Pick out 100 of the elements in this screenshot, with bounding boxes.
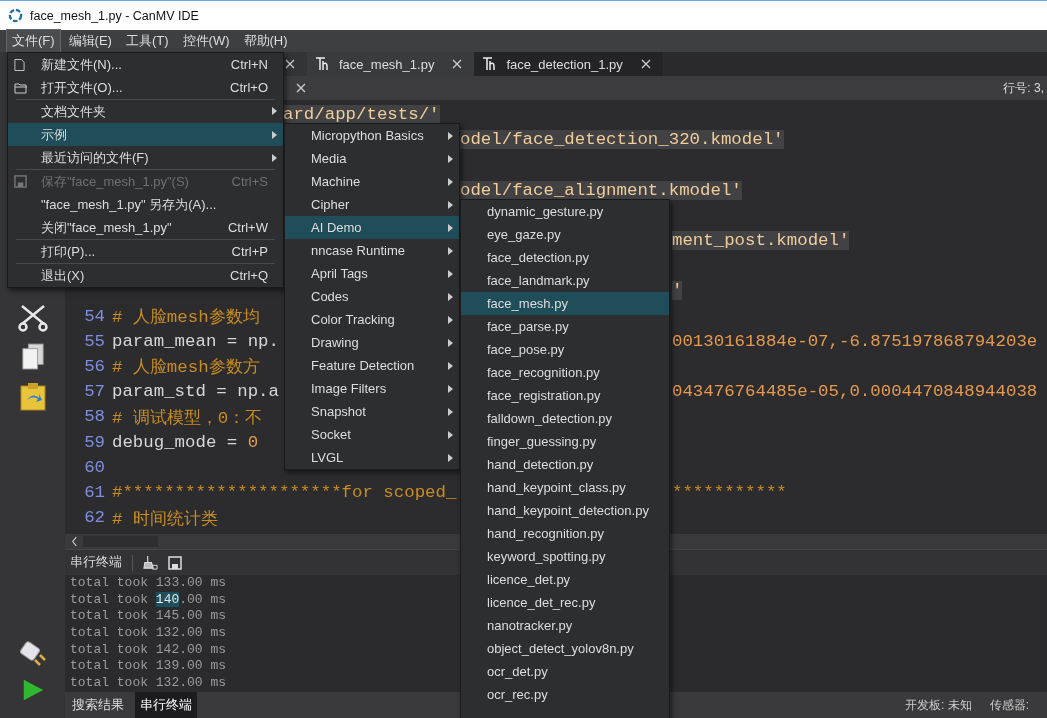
line-number: 62 [83,508,106,528]
menu-item[interactable]: falldown_detection.py [461,407,669,430]
menu-item[interactable]: ocr_det.py [461,660,669,683]
paste-icon[interactable] [18,382,47,412]
menu-item[interactable]: hand_keypoint_detection.py [461,499,669,522]
copy-icon[interactable] [20,342,45,372]
line-number: 56 [83,356,106,376]
submenu-arrow-icon [272,131,277,139]
menu-item[interactable]: Cipher [285,193,459,216]
close-icon[interactable] [452,59,463,69]
menu-item[interactable]: nncase Runtime [285,239,459,262]
menu-item[interactable]: face_detection.py [461,246,669,269]
code-text: #*********************for scoped_ [112,482,457,502]
folder-icon [14,81,28,94]
menu-item[interactable]: Snapshot [285,400,459,423]
menu-item[interactable]: Drawing [285,331,459,354]
submenu-arrow-icon [448,270,453,278]
menu-item[interactable]: licence_det_rec.py [461,591,669,614]
menu-item[interactable]: face_parse.py [461,315,669,338]
menu-item[interactable]: keyword_spotting.py [461,545,669,568]
code-text: # 时间统计类 [112,509,218,529]
terminal-line: total took 142.00 ms [70,641,227,659]
code-text: ment_post.kmodel' [672,231,850,251]
terminal-line: total took 132.00 ms [70,625,227,642]
menu-item[interactable]: face_recognition.py [461,361,669,384]
code-text: # 人脸mesh参数方 [112,358,260,378]
menu-item[interactable]: LVGL [285,446,459,469]
menu-item[interactable]: object_detect_yolov8n.py [461,637,669,660]
code-text: 043476764485e-05,0.0004470848944038 [672,382,1038,402]
menu-item[interactable]: hand_recognition.py [461,522,669,545]
submenu-arrow-icon [448,408,453,416]
file-tab[interactable]: face_mesh_1.py [307,52,475,76]
code-text: odel/face_alignment.kmodel' [460,180,742,200]
submenu-arrow-icon [448,454,453,462]
scissors-icon[interactable] [17,304,48,332]
panel-tab[interactable]: 串行终端 [135,692,197,718]
menu-item[interactable]: Micropython Basics [285,124,459,147]
menu-item[interactable]: 新建文件(N)... Ctrl+N [8,53,283,76]
menu-item[interactable]: face_landmark.py [461,269,669,292]
terminal-line: total took 145.00 ms [70,608,227,626]
plug-icon[interactable] [17,638,48,668]
code-text: *********** [672,482,787,502]
menu-item[interactable]: licence_det.py [461,568,669,591]
menu-item[interactable]: face_mesh.py [461,292,669,315]
menu-item[interactable]: hand_keypoint_class.py [461,476,669,499]
code-text: param_mean = np. [112,331,279,351]
menu-item[interactable]: 文件(F) [6,29,61,53]
menu-item[interactable]: Feature Detection [285,354,459,377]
menu-item[interactable]: AI Demo [285,216,459,239]
menu-item[interactable]: 帮助(H) [237,29,294,53]
chevron-left-icon[interactable] [71,536,78,547]
menu-item[interactable]: April Tags [285,262,459,285]
menu-item[interactable]: face_registration.py [461,384,669,407]
menu-item[interactable]: 示例 [8,123,283,146]
close-icon[interactable] [296,83,306,93]
panel-tab[interactable]: 搜索结果 [67,692,129,718]
close-icon[interactable] [640,59,651,69]
submenu-arrow-icon [272,107,277,115]
cursor-position: 行号: 3, [1003,79,1044,97]
code-text: 00130161884e-07,-6.875197868794203e [672,331,1038,351]
menu-item[interactable]: 最近访问的文件(F) [8,146,283,169]
menu-item[interactable]: "face_mesh_1.py" 另存为(A)... [8,193,283,216]
terminal-line: total took 140.00 ms [70,591,227,609]
menu-item[interactable]: 打开文件(O)... Ctrl+O [8,76,283,99]
broom-icon[interactable] [143,555,158,570]
python-file-icon [482,57,497,71]
menu-item[interactable]: Image Filters [285,377,459,400]
close-icon[interactable] [285,59,295,69]
menu-item[interactable]: 编辑(E) [62,29,118,53]
menu-item[interactable]: nanotracker.py [461,614,669,637]
file-tab[interactable]: face_detection_1.py [474,52,663,76]
submenu-arrow-icon [448,339,453,347]
menu-item[interactable]: 控件(W) [176,29,236,53]
menu-item[interactable]: 工具(T) [119,29,175,53]
menu-item[interactable]: Socket [285,423,459,446]
code-text: # 人脸mesh参数均 [112,308,260,328]
menu-item[interactable]: Color Tracking [285,308,459,331]
menu-item[interactable]: ocr_rec.py [461,683,669,706]
terminal-line: total took 133.00 ms [70,575,227,592]
submenu-arrow-icon [448,316,453,324]
submenu-arrow-icon [448,224,453,232]
menu-item[interactable]: dynamic_gesture.py [461,200,669,223]
menu-item[interactable]: finger_guessing.py [461,430,669,453]
submenu-arrow-icon [448,132,453,140]
board-status: 开发板: 未知 [905,696,972,714]
line-number: 61 [83,482,106,502]
menu-item[interactable]: eye_gaze.py [461,223,669,246]
submenu-arrow-icon [448,385,453,393]
sensor-status: 传感器: [989,696,1029,714]
save-icon[interactable] [168,555,182,570]
menu-item[interactable]: Media [285,147,459,170]
code-text: debug_mode = [112,432,239,452]
submenu-arrow-icon [448,155,453,163]
menu-item[interactable]: hand_detection.py [461,453,669,476]
submenu-arrow-icon [448,178,453,186]
menu-item[interactable]: Machine [285,170,459,193]
menu-item[interactable]: face_pose.py [461,338,669,361]
line-number: 57 [83,382,106,402]
menu-item[interactable]: Codes [285,285,459,308]
menu-item[interactable]: 关闭"face_mesh_1.py" Ctrl+W [8,216,283,239]
